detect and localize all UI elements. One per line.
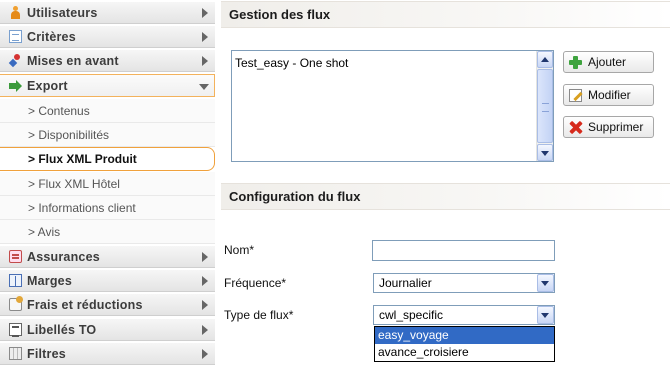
chevron-right-icon bbox=[202, 252, 208, 262]
chevron-right-icon bbox=[202, 8, 208, 18]
chevron-down-icon[interactable] bbox=[537, 306, 554, 324]
chevron-right-icon bbox=[202, 349, 208, 359]
section-title: Configuration du flux bbox=[229, 189, 361, 204]
chevron-down-icon[interactable] bbox=[537, 274, 554, 292]
sidebar-item-label: Filtres bbox=[27, 346, 66, 361]
chevron-down-icon bbox=[199, 84, 209, 90]
sidebar-item-mises-en-avant[interactable]: Mises en avant bbox=[0, 49, 215, 72]
list-item[interactable]: Test_easy - One shot bbox=[235, 56, 348, 70]
sidebar-item-criteres[interactable]: Critères bbox=[0, 25, 215, 48]
margin-icon bbox=[9, 274, 22, 287]
sidebar-item-label: Assurances bbox=[27, 249, 100, 264]
sidebar-subitem-label: > Flux XML Hôtel bbox=[28, 176, 120, 191]
sidebar-item-label: Critères bbox=[27, 29, 76, 44]
delete-x-icon bbox=[569, 121, 582, 134]
plus-icon bbox=[569, 55, 582, 69]
chevron-right-icon bbox=[202, 300, 208, 310]
sidebar-item-label: Frais et réductions bbox=[27, 297, 143, 312]
export-arrow-icon bbox=[9, 79, 22, 92]
scroll-thumb[interactable] bbox=[537, 69, 553, 143]
vertical-scrollbar[interactable] bbox=[536, 51, 553, 161]
labels-icon bbox=[9, 323, 22, 337]
delete-button-label: Supprimer bbox=[588, 120, 644, 134]
sidebar-subitem-informations-client[interactable]: > Informations client bbox=[0, 196, 215, 220]
sidebar-subitem-label: > Avis bbox=[28, 224, 61, 239]
frequence-select[interactable]: Journalier bbox=[373, 273, 555, 293]
sidebar-subitem-flux-xml-produit[interactable]: > Flux XML Produit bbox=[0, 147, 215, 171]
sidebar-subitem-label: > Contenus bbox=[28, 103, 90, 118]
dropdown-option-highlighted[interactable]: easy_voyage bbox=[375, 327, 554, 344]
chevron-right-icon bbox=[202, 32, 208, 42]
frequence-selected-value: Journalier bbox=[379, 276, 432, 290]
type-label: Type de flux* bbox=[224, 308, 294, 322]
scroll-up-arrow-icon[interactable] bbox=[537, 51, 553, 68]
dropdown-option[interactable]: avance_croisiere bbox=[375, 344, 554, 361]
chevron-right-icon bbox=[202, 276, 208, 286]
sidebar-item-label: Marges bbox=[27, 273, 72, 288]
delete-button[interactable]: Supprimer bbox=[563, 116, 654, 138]
edit-button[interactable]: Modifier bbox=[563, 84, 654, 106]
frequence-label: Fréquence* bbox=[224, 276, 287, 290]
sidebar-item-label: Export bbox=[27, 78, 68, 93]
sidebar-item-utilisateurs[interactable]: Utilisateurs bbox=[0, 1, 215, 24]
type-select[interactable]: cwl_specific bbox=[373, 305, 555, 325]
sidebar-subitem-flux-xml-hotel[interactable]: > Flux XML Hôtel bbox=[0, 172, 215, 196]
chevron-right-icon bbox=[202, 325, 208, 335]
nom-input[interactable] bbox=[372, 240, 555, 261]
sidebar-item-marges[interactable]: Marges bbox=[0, 269, 215, 292]
type-dropdown-list[interactable]: easy_voyage avance_croisiere bbox=[374, 326, 555, 362]
nom-label: Nom* bbox=[224, 243, 255, 257]
type-selected-value: cwl_specific bbox=[379, 308, 444, 322]
sidebar-item-frais-et-reductions[interactable]: Frais et réductions bbox=[0, 293, 215, 316]
sidebar-subitem-contenus[interactable]: > Contenus bbox=[0, 99, 215, 123]
section-title: Gestion des flux bbox=[229, 7, 331, 22]
sidebar-subitem-disponibilites[interactable]: > Disponibilités bbox=[0, 123, 215, 147]
sidebar-item-export[interactable]: Export bbox=[0, 74, 215, 97]
scroll-down-arrow-icon[interactable] bbox=[537, 144, 553, 161]
user-icon bbox=[9, 6, 22, 19]
flux-listbox[interactable]: Test_easy - One shot bbox=[231, 50, 554, 162]
sidebar-subitem-avis[interactable]: > Avis bbox=[0, 220, 215, 244]
sidebar-item-libelles-to[interactable]: Libellés TO bbox=[0, 318, 215, 341]
add-button-label: Ajouter bbox=[588, 55, 627, 69]
sidebar-nav: Utilisateurs Critères Mises en avant Exp… bbox=[0, 0, 215, 368]
insurance-icon bbox=[9, 250, 22, 263]
sidebar-item-assurances[interactable]: Assurances bbox=[0, 245, 215, 268]
filter-icon bbox=[9, 347, 22, 360]
sidebar-item-label: Utilisateurs bbox=[27, 5, 98, 20]
sidebar-item-label: Mises en avant bbox=[27, 53, 119, 68]
add-button[interactable]: Ajouter bbox=[563, 51, 654, 73]
document-icon bbox=[9, 30, 22, 43]
fees-icon bbox=[9, 296, 23, 311]
edit-button-label: Modifier bbox=[588, 88, 631, 102]
chevron-right-icon bbox=[202, 56, 208, 66]
sidebar-item-filtres[interactable]: Filtres bbox=[0, 342, 215, 365]
gestion-section-header: Gestion des flux bbox=[221, 1, 670, 28]
sidebar-subitem-label: > Disponibilités bbox=[28, 127, 110, 142]
edit-icon bbox=[569, 88, 582, 102]
sidebar-subitem-label: > Informations client bbox=[28, 200, 136, 215]
config-section-header: Configuration du flux bbox=[221, 183, 670, 210]
sidebar-subitem-label: > Flux XML Produit bbox=[28, 152, 137, 166]
sidebar-item-label: Libellés TO bbox=[27, 322, 97, 337]
pin-icon bbox=[9, 54, 22, 67]
